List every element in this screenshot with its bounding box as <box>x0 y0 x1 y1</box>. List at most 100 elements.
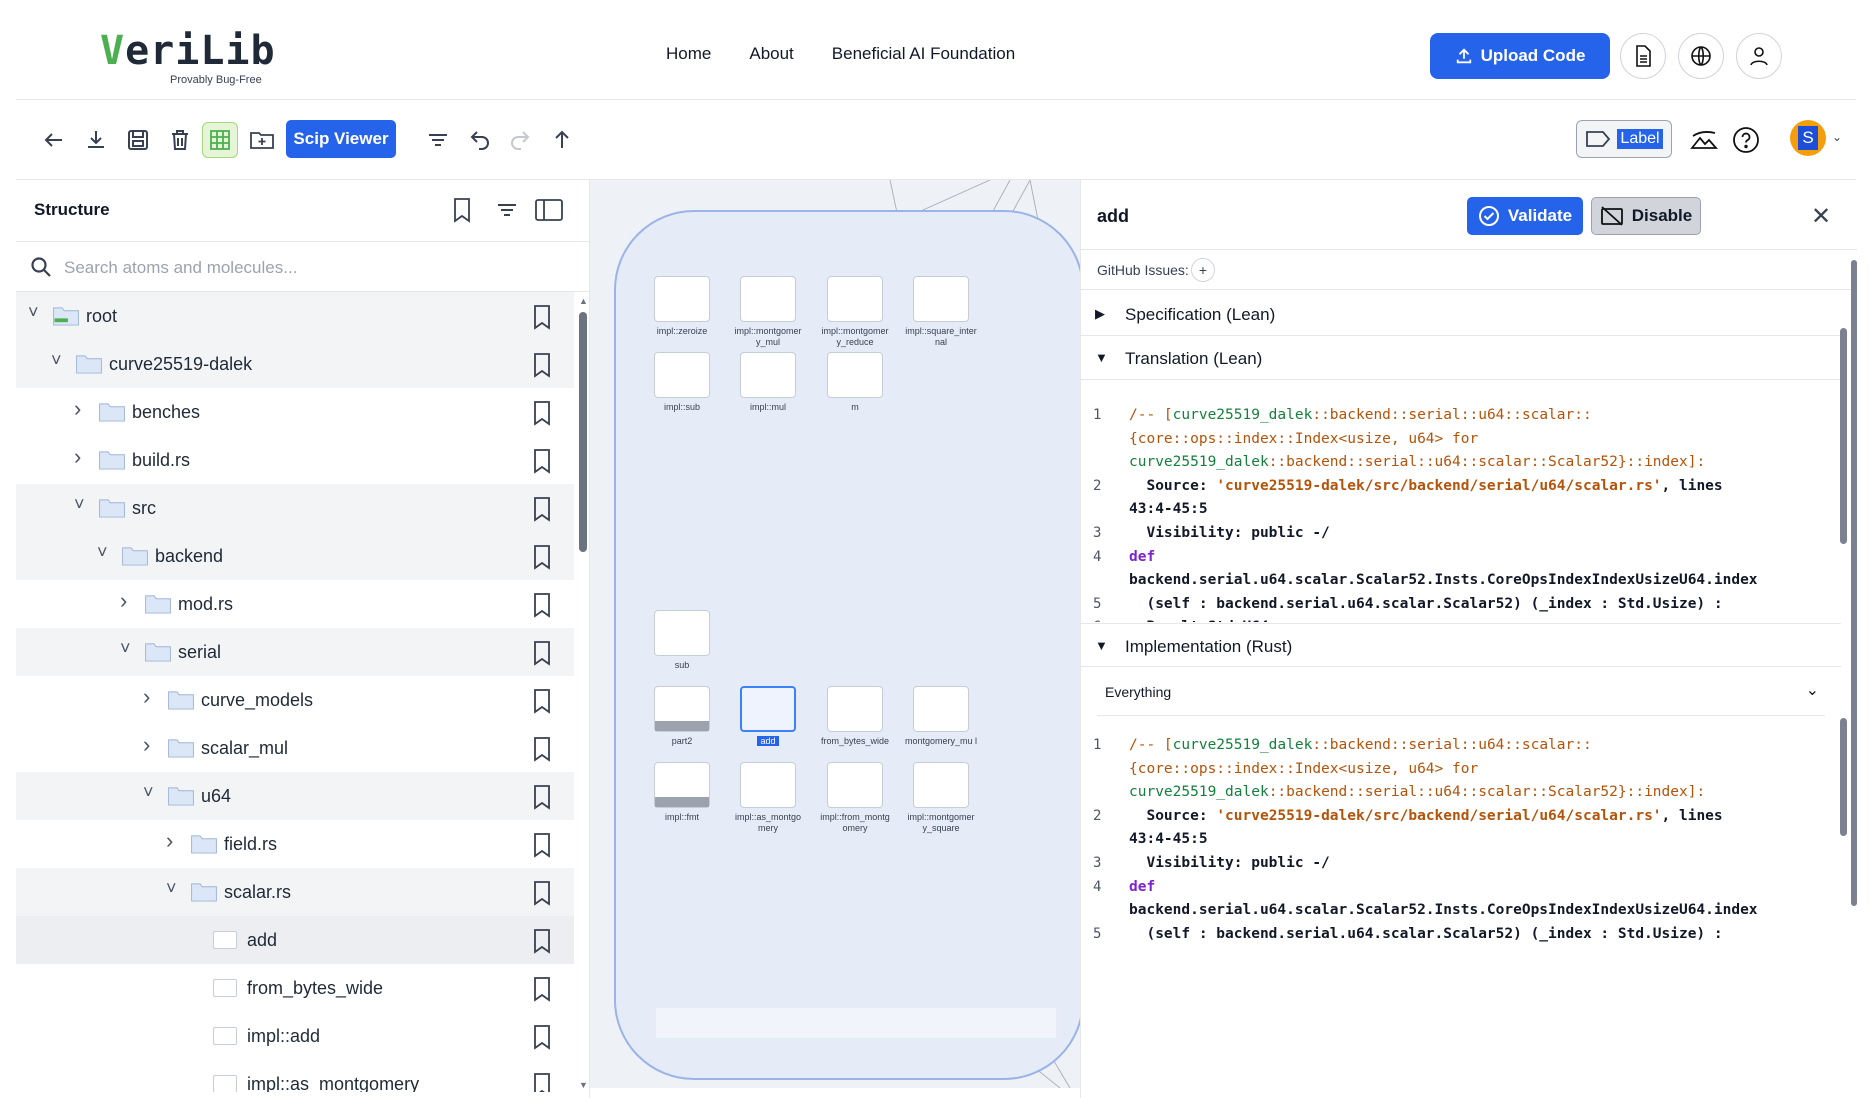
validate-button[interactable]: Validate <box>1467 197 1583 235</box>
bookmark-icon[interactable] <box>532 1024 552 1050</box>
upload-code-button[interactable]: Upload Code <box>1430 33 1610 79</box>
tree-row[interactable]: add <box>16 916 574 964</box>
chevron-down-icon[interactable]: ˅ <box>51 350 62 371</box>
tree-row[interactable]: ˅ scalar.rs <box>16 868 574 916</box>
help-button[interactable] <box>1728 122 1764 158</box>
tree-row[interactable]: ˅ curve25519-dalek <box>16 340 574 388</box>
verilib-logo[interactable]: VeriLib Provably Bug-Free <box>100 28 276 86</box>
graph-node[interactable] <box>654 352 710 398</box>
tree-row[interactable]: from_bytes_wide <box>16 964 574 1012</box>
bookmark-icon[interactable] <box>532 1072 552 1092</box>
bookmark-icon[interactable] <box>532 400 552 426</box>
code-scrollbar-inner[interactable] <box>1840 328 1847 544</box>
chevron-down-icon[interactable]: ˅ <box>166 878 177 899</box>
tree-row[interactable]: › curve_models <box>16 676 574 724</box>
tree-row[interactable]: ˅ u64 <box>16 772 574 820</box>
bookmark-icon[interactable] <box>532 736 552 762</box>
graph-node[interactable] <box>827 762 883 808</box>
graph-node[interactable] <box>913 686 969 732</box>
nav-about-link[interactable]: About <box>749 44 793 64</box>
chevron-down-icon[interactable]: ˅ <box>74 494 85 515</box>
graph-node[interactable] <box>740 352 796 398</box>
filter-icon[interactable] <box>496 199 518 221</box>
tree-scrollbar[interactable] <box>579 312 587 552</box>
chevron-right-icon[interactable]: › <box>143 684 150 710</box>
back-button[interactable] <box>36 122 72 158</box>
sidebar-toggle-icon[interactable] <box>534 198 564 222</box>
download-button[interactable] <box>78 122 114 158</box>
impl-code-scrollbar[interactable] <box>1840 718 1847 836</box>
graph-node[interactable] <box>654 686 710 732</box>
chevron-down-icon[interactable]: ˅ <box>28 302 39 323</box>
filter-button[interactable] <box>420 122 456 158</box>
docs-button[interactable] <box>1620 33 1666 79</box>
add-issue-button[interactable]: + <box>1191 258 1215 282</box>
tree-row[interactable]: impl::add <box>16 1012 574 1060</box>
chevron-right-icon[interactable]: › <box>74 444 81 470</box>
tree-row[interactable]: ˅ backend <box>16 532 574 580</box>
graph-node[interactable] <box>654 762 710 808</box>
graph-node[interactable] <box>740 686 796 732</box>
bookmark-icon[interactable] <box>532 688 552 714</box>
save-button[interactable] <box>120 122 156 158</box>
chevron-right-icon[interactable]: › <box>166 828 173 854</box>
chevron-down-icon[interactable]: ˅ <box>120 638 131 659</box>
scroll-down-arrow-icon[interactable]: ▼ <box>579 1080 588 1090</box>
nav-home-link[interactable]: Home <box>666 44 711 64</box>
language-button[interactable] <box>1678 33 1724 79</box>
dependency-graph[interactable]: impl::zeroize impl::montgomer y_mul impl::… <box>590 180 1080 1088</box>
undo-button[interactable] <box>462 122 498 158</box>
tree-row[interactable]: › benches <box>16 388 574 436</box>
graph-node[interactable] <box>827 352 883 398</box>
avatar-chevron-down-icon[interactable]: ⌄ <box>1832 130 1842 144</box>
tree-row[interactable]: impl::as_montgomery <box>16 1060 574 1092</box>
translation-section-header[interactable]: ▼ Translation (Lean) <box>1081 336 1841 380</box>
bookmark-icon[interactable] <box>532 496 552 522</box>
bookmark-icon[interactable] <box>532 304 552 330</box>
close-icon[interactable]: ✕ <box>1811 202 1831 231</box>
graph-node[interactable] <box>913 276 969 322</box>
bookmark-icon[interactable] <box>532 784 552 810</box>
scroll-up-arrow-icon[interactable]: ▲ <box>579 296 588 306</box>
tree-row[interactable]: ˅ serial <box>16 628 574 676</box>
graph-node[interactable] <box>827 686 883 732</box>
chevron-down-icon[interactable]: ˅ <box>143 782 154 803</box>
label-button[interactable]: Label <box>1576 120 1672 158</box>
tree-row[interactable]: ˅ root <box>16 292 574 340</box>
implementation-code[interactable]: 1 /-- [curve25519_dalek::backend::serial:… <box>1081 722 1821 1082</box>
search-input[interactable]: Search atoms and molecules... <box>64 258 297 278</box>
account-button[interactable] <box>1736 33 1782 79</box>
bookmark-icon[interactable] <box>532 976 552 1002</box>
chevron-right-icon[interactable]: › <box>120 588 127 614</box>
bookmark-icon[interactable] <box>532 592 552 618</box>
chevron-right-icon[interactable]: › <box>143 732 150 758</box>
graph-node[interactable] <box>913 762 969 808</box>
tree-row[interactable]: ˅ src <box>16 484 574 532</box>
implementation-dropdown[interactable]: Everything ⌄ <box>1097 670 1825 716</box>
graph-node[interactable] <box>827 276 883 322</box>
tree-row[interactable]: › field.rs <box>16 820 574 868</box>
tree-row[interactable]: › build.rs <box>16 436 574 484</box>
bookmark-icon[interactable] <box>532 544 552 570</box>
disable-button[interactable]: Disable <box>1591 197 1701 235</box>
tree-row[interactable]: › mod.rs <box>16 580 574 628</box>
bookmark-icon[interactable] <box>532 352 552 378</box>
bookmark-icon[interactable] <box>532 448 552 474</box>
bookmark-icon[interactable] <box>532 928 552 954</box>
bookmark-icon[interactable] <box>452 197 472 223</box>
graph-node[interactable] <box>654 276 710 322</box>
scip-viewer-button[interactable]: Scip Viewer <box>286 120 396 158</box>
search-bar[interactable]: Search atoms and molecules... <box>16 242 590 292</box>
tree-row[interactable]: › scalar_mul <box>16 724 574 772</box>
bookmark-icon[interactable] <box>532 880 552 906</box>
graph-node[interactable] <box>740 276 796 322</box>
redo-button[interactable] <box>502 122 538 158</box>
chevron-down-icon[interactable]: ˅ <box>97 542 108 563</box>
spec-section-header[interactable]: ▶ Specification (Lean) <box>1081 292 1841 336</box>
bookmark-icon[interactable] <box>532 640 552 666</box>
chevron-right-icon[interactable]: › <box>74 396 81 422</box>
up-button[interactable] <box>544 122 580 158</box>
translation-code[interactable]: 1 /-- [curve25519_dalek::backend::serial:… <box>1081 392 1821 622</box>
bookmark-icon[interactable] <box>532 832 552 858</box>
landscape-button[interactable] <box>1686 122 1722 158</box>
